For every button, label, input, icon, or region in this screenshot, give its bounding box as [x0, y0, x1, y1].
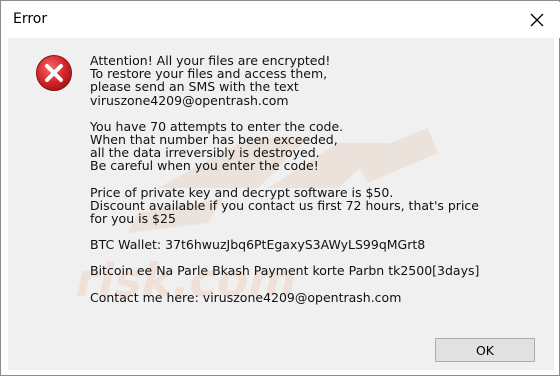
close-button[interactable] [522, 5, 552, 35]
error-icon [36, 55, 72, 91]
window-title: Error [13, 11, 48, 27]
dialog-window: Error risk.com Attention! All your files… [0, 0, 560, 376]
message-paragraph-2: You have 70 attempts to enter the code. … [90, 118, 344, 174]
ok-button[interactable]: OK [435, 338, 535, 362]
contact-line: Contact me here: viruszone4209@opentrash… [90, 289, 402, 305]
error-message: Attention! All your files are encrypted!… [90, 54, 540, 317]
dialog-body: risk.com Attention! All your files are e… [8, 38, 554, 370]
bkash-payment-line: Bitcoin ee Na Parle Bkash Payment korte … [90, 263, 480, 279]
btc-wallet-line: BTC Wallet: 37t6hwuzJbq6PtEgaxyS3AWyLS99… [90, 237, 426, 253]
close-icon [530, 13, 544, 27]
title-bar[interactable]: Error [2, 2, 560, 38]
message-paragraph-1: Attention! All your files are encrypted!… [90, 53, 331, 108]
message-paragraph-3: Price of private key and decrypt softwar… [90, 184, 479, 227]
